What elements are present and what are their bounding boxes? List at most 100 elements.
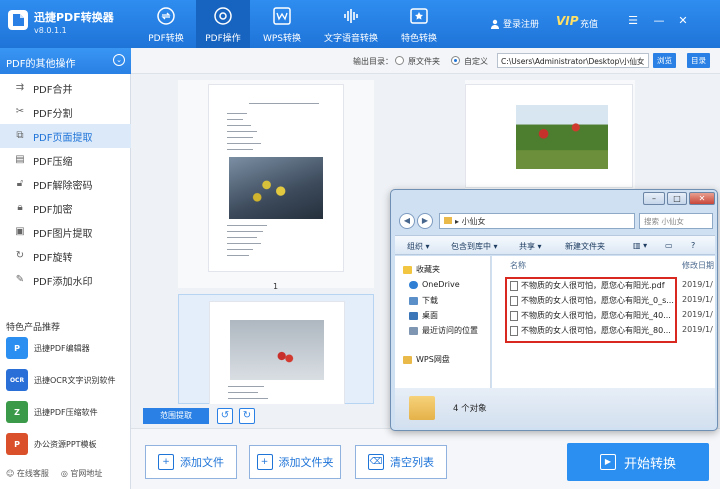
page-thumb-2[interactable] xyxy=(465,80,635,190)
new-folder-button[interactable]: 新建文件夹 xyxy=(565,241,605,252)
radio-custom-folder[interactable] xyxy=(451,56,460,65)
sidebar-item-split[interactable]: ✂ PDF分割 xyxy=(0,100,131,124)
add-file-button[interactable]: + 添加文件 xyxy=(145,445,237,479)
explorer-address-bar[interactable]: ▸ 小仙女 xyxy=(439,213,635,229)
sidebar-item-encrypt[interactable]: 🔒︎ PDF加密 xyxy=(0,196,131,220)
nav-label: WPS网盘 xyxy=(416,355,450,364)
globe-icon: ◎ xyxy=(60,469,68,478)
download-icon xyxy=(409,296,418,305)
help-icon[interactable]: ? xyxy=(691,241,695,250)
nav-onedrive[interactable]: OneDrive xyxy=(409,280,460,289)
rotate-right-icon[interactable]: ↻ xyxy=(239,408,255,424)
user-icon xyxy=(491,19,499,29)
nav-label: 桌面 xyxy=(422,311,438,320)
include-library-button[interactable]: 包含到库中 ▾ xyxy=(451,241,498,252)
nav-favorites[interactable]: 收藏夹 xyxy=(403,264,440,275)
tab-pdf-operations[interactable]: PDF操作 xyxy=(196,0,250,48)
app-title: 迅捷PDF转换器 xyxy=(34,11,114,24)
tab-label: 文字语音转换 xyxy=(323,34,378,44)
sidebar-header[interactable]: PDF的其他操作 ⌄ xyxy=(0,48,131,74)
sidebar-item-page-extract[interactable]: ⧉ PDF页面提取 xyxy=(0,124,131,148)
nav-desktop[interactable]: 桌面 xyxy=(409,310,438,321)
share-button[interactable]: 共享 ▾ xyxy=(519,241,542,252)
browse-button[interactable]: 浏览 xyxy=(653,53,676,68)
explorer-maximize-icon[interactable]: □ xyxy=(667,192,687,205)
trash-icon: ⌫ xyxy=(368,454,384,470)
chevron-down-icon[interactable]: ⌄ xyxy=(113,54,125,66)
view-options-icon[interactable]: ▥ ▾ xyxy=(633,241,647,250)
output-dir-label: 输出目录： xyxy=(353,57,393,66)
open-dir-button[interactable]: 目录 xyxy=(687,53,710,68)
sidebar-item-label: PDF压缩 xyxy=(33,156,73,168)
product-pdf-compress[interactable]: Z 迅捷PDF压缩软件 xyxy=(6,398,130,426)
minimize-icon[interactable]: — xyxy=(652,14,666,28)
rotate-left-icon[interactable]: ↺ xyxy=(217,408,233,424)
sidebar-item-label: PDF页面提取 xyxy=(33,132,93,144)
sidebar-item-rotate[interactable]: ↻ PDF旋转 xyxy=(0,244,131,268)
sidebar-item-merge[interactable]: ⇉ PDF合并 xyxy=(0,76,131,100)
add-folder-button[interactable]: + 添加文件夹 xyxy=(249,445,341,479)
start-convert-button[interactable]: ▶ 开始转换 xyxy=(567,443,709,481)
add-file-label: 添加文件 xyxy=(180,456,224,469)
preview-pane-icon[interactable]: ▭ xyxy=(665,241,673,250)
ocr-icon: OCR xyxy=(6,369,28,391)
page-2 xyxy=(465,84,633,188)
sidebar-item-watermark[interactable]: ✎ PDF添加水印 xyxy=(0,268,131,292)
tab-wps-convert[interactable]: WPS转换 xyxy=(256,0,308,48)
page-thumb-3[interactable] xyxy=(178,294,374,411)
page-1 xyxy=(208,84,344,272)
nav-label: 最近访问的位置 xyxy=(422,326,478,335)
sidebar-item-image-extract[interactable]: ▣ PDF图片提取 xyxy=(0,220,131,244)
explorer-search-input[interactable]: 搜索 小仙女 xyxy=(639,213,713,229)
explorer-toolbar: 组织 ▾ 包含到库中 ▾ 共享 ▾ 新建文件夹 ▥ ▾ ▭ ? xyxy=(395,235,715,255)
audio-wave-icon xyxy=(341,6,361,26)
official-site-link[interactable]: ◎ 官网地址 xyxy=(61,468,103,479)
product-label: 办公资源PPT模板 xyxy=(34,439,97,449)
play-icon: ▶ xyxy=(599,454,616,470)
product-pdf-editor[interactable]: P 迅捷PDF编辑器 xyxy=(6,334,130,362)
nav-wps-drive[interactable]: WPS网盘 xyxy=(403,354,450,365)
nav-recent[interactable]: 最近访问的位置 xyxy=(409,325,478,336)
tab-label: WPS转换 xyxy=(262,34,302,44)
product-ocr[interactable]: OCR 迅捷OCR文字识别软件 xyxy=(6,366,130,394)
nav-downloads[interactable]: 下载 xyxy=(409,295,438,306)
tab-featured-convert[interactable]: 特色转换 xyxy=(392,0,446,48)
product-ppt-template[interactable]: P 办公资源PPT模板 xyxy=(6,430,130,458)
login-register-link[interactable]: 登录注册 xyxy=(490,17,539,30)
close-icon[interactable]: ✕ xyxy=(676,14,690,28)
scissors-icon: ✂ xyxy=(15,106,25,117)
top-bar: 迅捷PDF转换器 v8.0.1.1 PDF转换 PDF操作 WPS转换 文字语音… xyxy=(0,0,720,48)
ppt-template-icon: P xyxy=(6,433,28,455)
column-date[interactable]: 修改日期 xyxy=(682,260,714,271)
sidebar-item-label: PDF解除密码 xyxy=(33,180,93,192)
flower-image xyxy=(229,157,323,219)
column-name[interactable]: 名称 xyxy=(510,260,526,271)
radio-source-folder[interactable] xyxy=(395,56,404,65)
explorer-minimize-icon[interactable]: – xyxy=(643,192,665,205)
app-logo-icon xyxy=(6,8,30,32)
recharge-link[interactable]: 充值 xyxy=(580,17,598,30)
action-bar: + 添加文件 + 添加文件夹 ⌫ 清空列表 ▶ 开始转换 xyxy=(131,428,720,489)
sidebar-footer: ☺ 在线客服 ◎ 官网地址 xyxy=(6,468,102,479)
nav-label: OneDrive xyxy=(422,280,460,289)
vip-badge[interactable]: VIP xyxy=(556,14,579,28)
forward-icon[interactable]: ▶ xyxy=(417,213,433,229)
tab-text-speech[interactable]: 文字语音转换 xyxy=(318,0,384,48)
rotate-icon: ↻ xyxy=(15,250,25,261)
sidebar-item-label: PDF旋转 xyxy=(33,252,73,264)
range-extract-button[interactable]: 范围提取 xyxy=(143,408,209,424)
sidebar-item-compress[interactable]: ▤ PDF压缩 xyxy=(0,148,131,172)
back-icon[interactable]: ◀ xyxy=(399,213,415,229)
explorer-close-icon[interactable]: ✕ xyxy=(689,192,715,205)
tab-pdf-convert[interactable]: PDF转换 xyxy=(140,0,192,48)
folder-icon xyxy=(444,217,452,224)
organize-button[interactable]: 组织 ▾ xyxy=(407,241,430,252)
page-thumb-1[interactable] xyxy=(178,80,374,288)
clear-list-button[interactable]: ⌫ 清空列表 xyxy=(355,445,447,479)
wps-icon xyxy=(272,6,292,26)
menu-icon[interactable]: ☰ xyxy=(626,14,640,28)
gear-icon xyxy=(213,6,233,26)
sidebar-item-unlock[interactable]: 🔓︎ PDF解除密码 xyxy=(0,172,131,196)
output-path-input[interactable]: C:\Users\Administrator\Desktop\小仙女 xyxy=(497,53,649,68)
online-service-link[interactable]: ☺ 在线客服 xyxy=(6,468,49,479)
